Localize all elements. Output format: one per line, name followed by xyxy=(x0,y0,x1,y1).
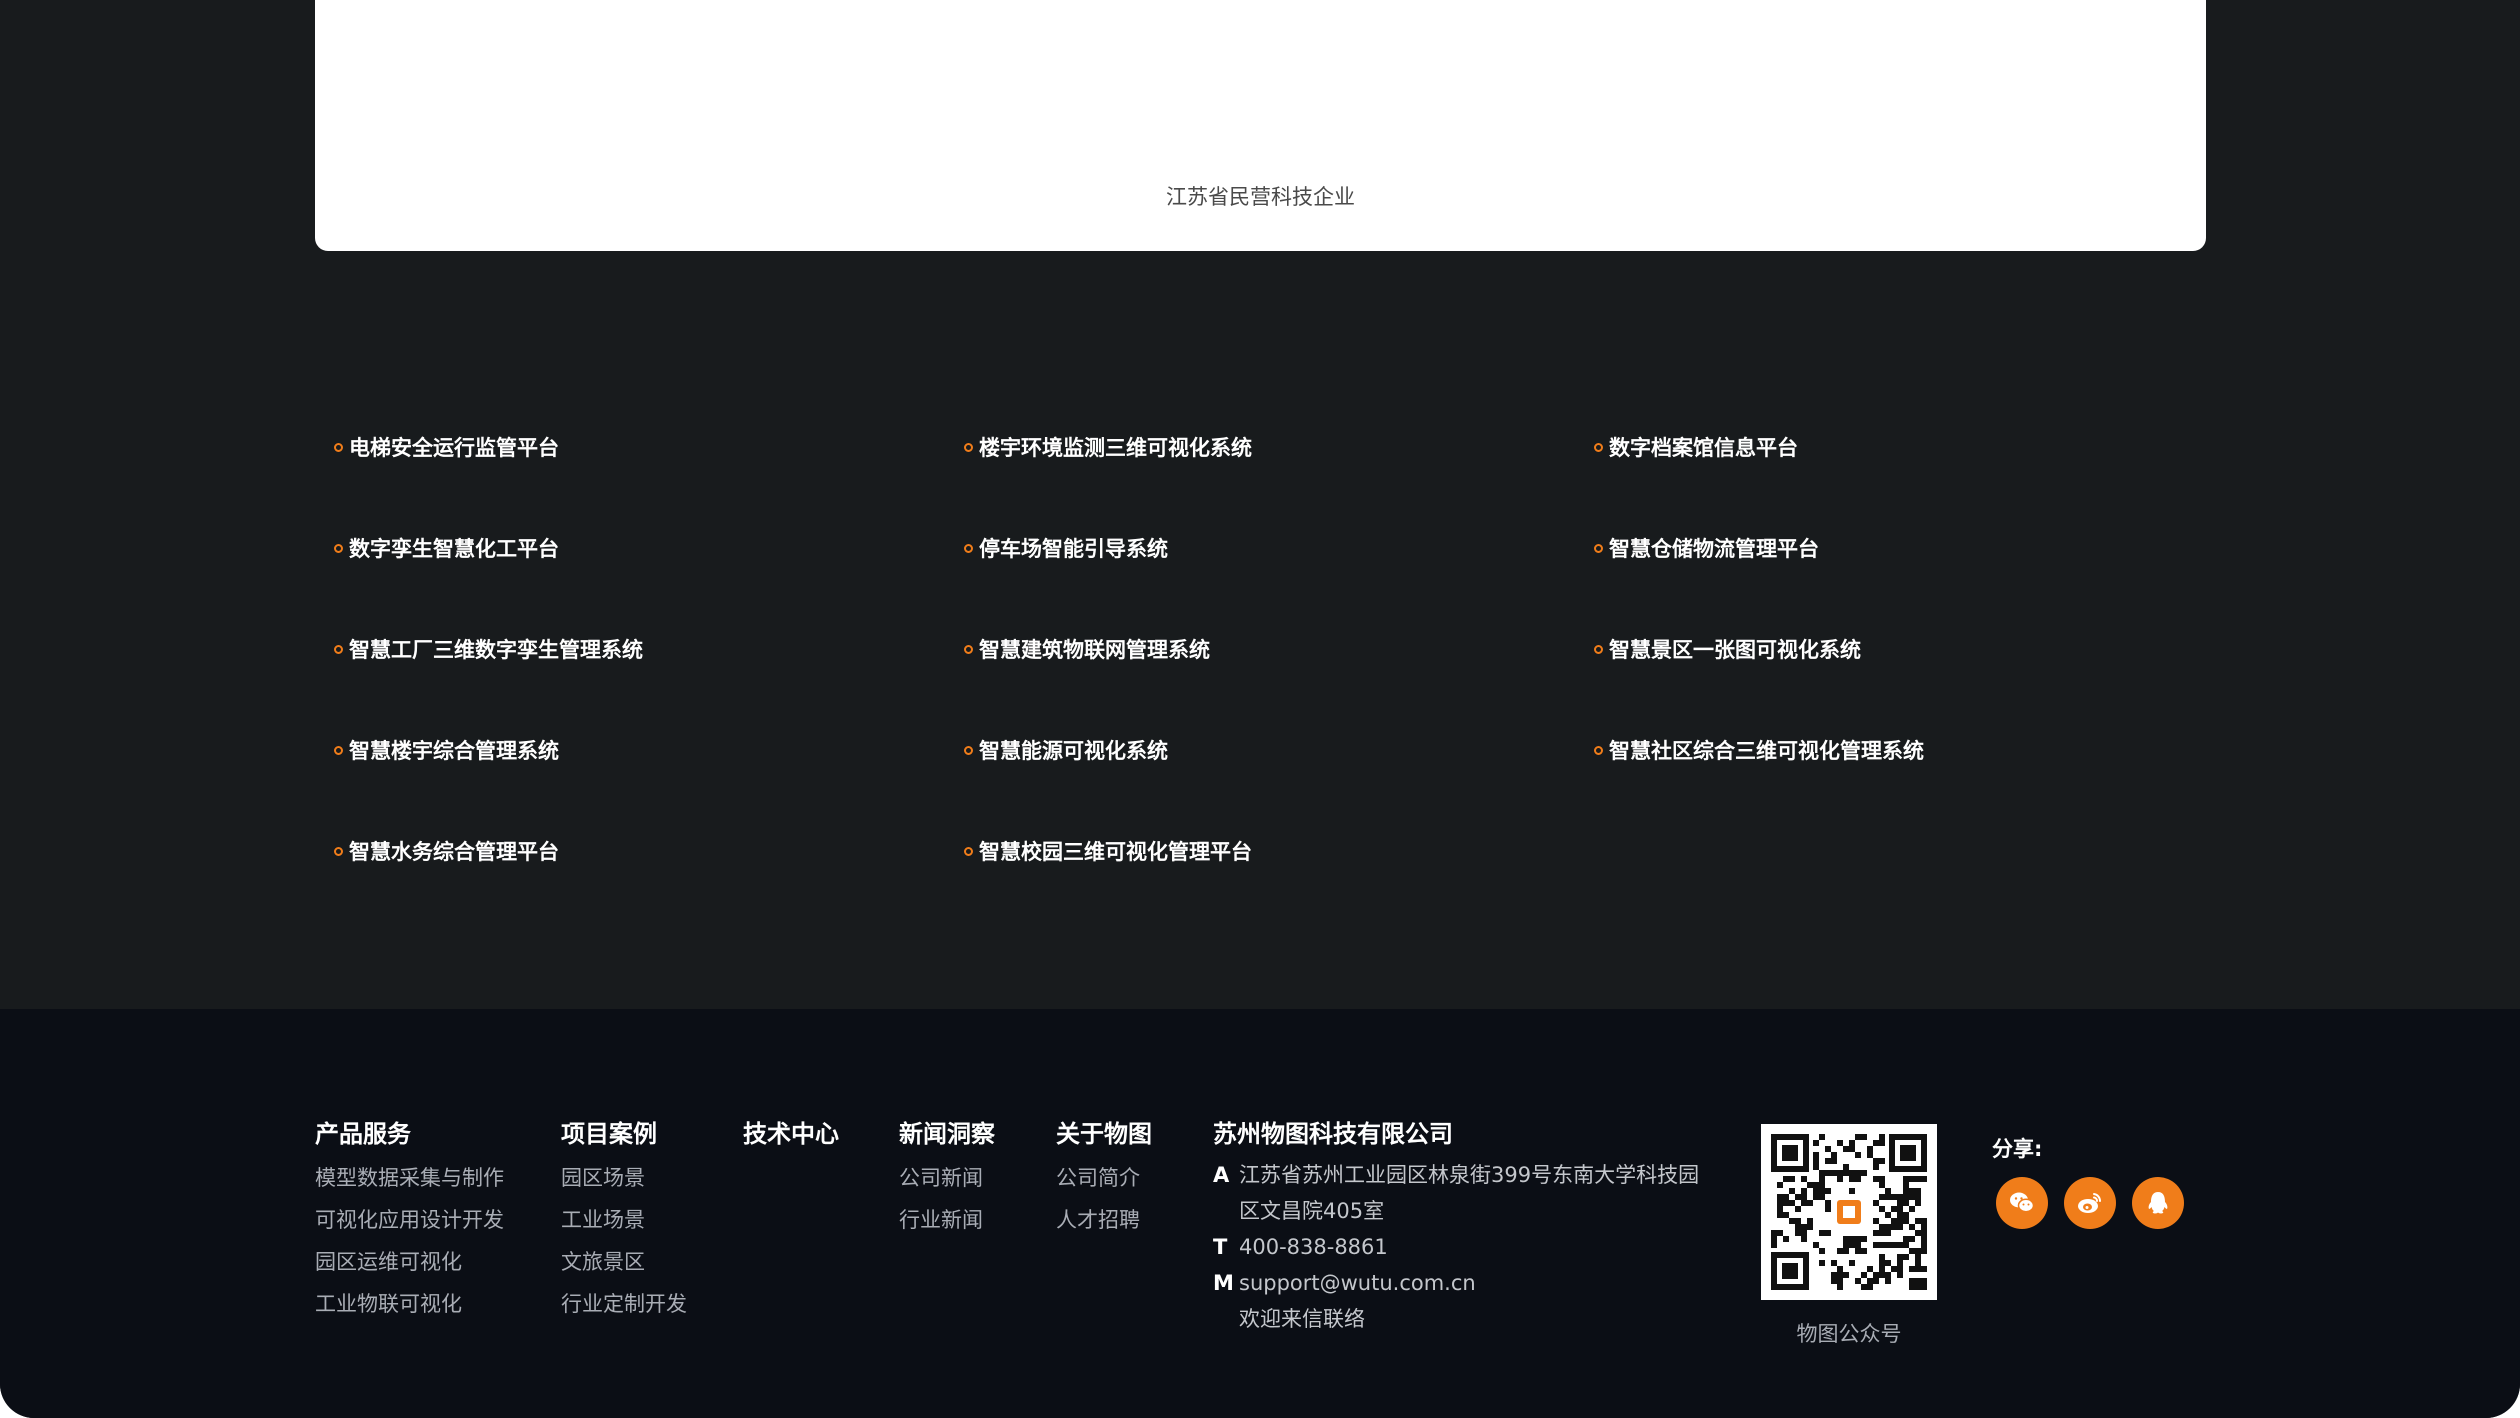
footer-products-item[interactable]: 园区运维可视化 xyxy=(315,1241,504,1283)
circle-bullet-icon xyxy=(964,745,973,755)
circle-bullet-icon xyxy=(334,543,343,553)
footer-products-item[interactable]: 模型数据采集与制作 xyxy=(315,1157,504,1199)
circle-bullet-icon xyxy=(964,442,973,452)
project-links: 电梯安全运行监管平台 楼宇环境监测三维可视化系统 数字档案馆信息平台数字孪生智慧化工… xyxy=(334,430,2234,890)
project-link-label: 智慧仓储物流管理平台 xyxy=(1609,537,1819,561)
project-link-label: 智慧校园三维可视化管理平台 xyxy=(979,840,1252,864)
circle-bullet-icon xyxy=(334,442,343,452)
footer-cases-item[interactable]: 文旅景区 xyxy=(561,1241,687,1283)
email-link[interactable]: support@wutu.com.cn xyxy=(1239,1265,1476,1301)
circle-bullet-icon xyxy=(334,846,343,856)
project-link[interactable]: 智慧仓储物流管理平台 xyxy=(1594,531,2224,565)
project-link-label: 数字孪生智慧化工平台 xyxy=(349,537,559,561)
phone-number[interactable]: 400-838-8861 xyxy=(1239,1229,1388,1265)
project-link[interactable]: 楼宇环境监测三维可视化系统 xyxy=(964,430,1594,464)
footer-news-item[interactable]: 行业新闻 xyxy=(899,1199,995,1241)
project-link-label: 楼宇环境监测三维可视化系统 xyxy=(979,436,1252,460)
share-weibo-button[interactable] xyxy=(2064,1177,2116,1229)
mail-tag: M xyxy=(1213,1271,1234,1295)
share-label: 分享: xyxy=(1992,1137,2043,1161)
wechat-icon xyxy=(2010,1192,2035,1213)
qr-code-image xyxy=(1761,1124,1937,1300)
footer-about-title: 关于物图 xyxy=(1056,1120,1152,1148)
circle-bullet-icon xyxy=(1594,543,1603,553)
circle-bullet-icon xyxy=(334,644,343,654)
footer-tech-title[interactable]: 技术中心 xyxy=(743,1117,839,1151)
footer-products-column: 产品服务 模型数据采集与制作 可视化应用设计开发 园区运维可视化 工业物联可视化 xyxy=(315,1117,504,1325)
footer-news-item[interactable]: 公司新闻 xyxy=(899,1157,995,1199)
project-link[interactable]: 数字档案馆信息平台 xyxy=(1594,430,2224,464)
project-link-label: 智慧建筑物联网管理系统 xyxy=(979,638,1210,662)
project-link[interactable]: 智慧社区综合三维可视化管理系统 xyxy=(1594,733,2224,767)
project-link[interactable]: 智慧能源可视化系统 xyxy=(964,733,1594,767)
address-line-2: 区文昌院405室 xyxy=(1239,1199,1385,1223)
address-line-1: 江苏省苏州工业园区林泉街399号东南大学科技园 xyxy=(1239,1163,1700,1187)
company-phone: T 400-838-8861 xyxy=(1213,1229,1699,1265)
footer-news-column: 新闻洞察 公司新闻 行业新闻 xyxy=(899,1117,995,1241)
project-link-label: 智慧水务综合管理平台 xyxy=(349,840,559,864)
circle-bullet-icon xyxy=(1594,745,1603,755)
footer-about-column: 关于物图 公司简介 人才招聘 xyxy=(1056,1117,1152,1241)
circle-bullet-icon xyxy=(334,745,343,755)
mail-note: 欢迎来信联络 xyxy=(1239,1307,1365,1331)
project-link-label: 智慧景区一张图可视化系统 xyxy=(1609,638,1861,662)
project-link[interactable]: 智慧工厂三维数字孪生管理系统 xyxy=(334,632,964,666)
project-link-label: 数字档案馆信息平台 xyxy=(1609,436,1798,460)
project-link-label: 电梯安全运行监管平台 xyxy=(349,436,559,460)
share-wechat-button[interactable] xyxy=(1996,1177,2048,1229)
project-link-label: 智慧工厂三维数字孪生管理系统 xyxy=(349,638,643,662)
company-address: A 江苏省苏州工业园区林泉街399号东南大学科技园 xyxy=(1213,1157,1699,1193)
footer-company-column: 苏州物图科技有限公司 A 江苏省苏州工业园区林泉街399号东南大学科技园 区文昌… xyxy=(1213,1117,1699,1337)
circle-bullet-icon xyxy=(1594,644,1603,654)
footer-tech-column: 技术中心 xyxy=(743,1117,839,1157)
company-name: 苏州物图科技有限公司 xyxy=(1213,1120,1453,1148)
footer-cases-title: 项目案例 xyxy=(561,1120,657,1148)
qr-caption: 物图公众号 xyxy=(1796,1322,1902,1346)
project-link-label: 智慧能源可视化系统 xyxy=(979,739,1168,763)
project-link[interactable]: 智慧楼宇综合管理系统 xyxy=(334,733,964,767)
project-link[interactable]: 智慧建筑物联网管理系统 xyxy=(964,632,1594,666)
project-link-label: 智慧楼宇综合管理系统 xyxy=(349,739,559,763)
wechat-qr-code xyxy=(1761,1124,1937,1300)
footer-cases-item[interactable]: 行业定制开发 xyxy=(561,1283,687,1325)
project-link[interactable]: 电梯安全运行监管平台 xyxy=(334,430,964,464)
footer-news-title: 新闻洞察 xyxy=(899,1120,995,1148)
project-link[interactable]: 数字孪生智慧化工平台 xyxy=(334,531,964,565)
phone-tag: T xyxy=(1213,1235,1228,1259)
footer-cases-item[interactable]: 工业场景 xyxy=(561,1199,687,1241)
circle-bullet-icon xyxy=(964,644,973,654)
footer-products-title: 产品服务 xyxy=(315,1120,411,1148)
project-link[interactable]: 智慧水务综合管理平台 xyxy=(334,834,964,868)
page-frame: 江苏省民营科技企业 电梯安全运行监管平台 楼宇环境监测三维可视化系统 数字档案馆信息… xyxy=(0,0,2520,1418)
project-link-label: 停车场智能引导系统 xyxy=(979,537,1168,561)
circle-bullet-icon xyxy=(1594,442,1603,452)
circle-bullet-icon xyxy=(964,846,973,856)
circle-bullet-icon xyxy=(964,543,973,553)
footer-cases-column: 项目案例 园区场景 工业场景 文旅景区 行业定制开发 xyxy=(561,1117,687,1325)
certificate-card: 江苏省民营科技企业 xyxy=(315,0,2206,251)
footer-about-item[interactable]: 公司简介 xyxy=(1056,1157,1152,1199)
qq-icon xyxy=(2148,1192,2168,1214)
footer-cases-item[interactable]: 园区场景 xyxy=(561,1157,687,1199)
project-link[interactable]: 智慧景区一张图可视化系统 xyxy=(1594,632,2224,666)
project-link[interactable]: 智慧校园三维可视化管理平台 xyxy=(964,834,1594,868)
weibo-icon xyxy=(2078,1193,2102,1213)
address-tag: A xyxy=(1213,1163,1230,1187)
project-link-label: 智慧社区综合三维可视化管理系统 xyxy=(1609,739,1924,763)
footer-about-item[interactable]: 人才招聘 xyxy=(1056,1199,1152,1241)
footer-products-item[interactable]: 可视化应用设计开发 xyxy=(315,1199,504,1241)
company-email: M support@wutu.com.cn xyxy=(1213,1265,1699,1301)
footer-products-item[interactable]: 工业物联可视化 xyxy=(315,1283,504,1325)
share-qq-button[interactable] xyxy=(2132,1177,2184,1229)
certificate-caption: 江苏省民营科技企业 xyxy=(1166,185,1355,209)
project-link[interactable]: 停车场智能引导系统 xyxy=(964,531,1594,565)
